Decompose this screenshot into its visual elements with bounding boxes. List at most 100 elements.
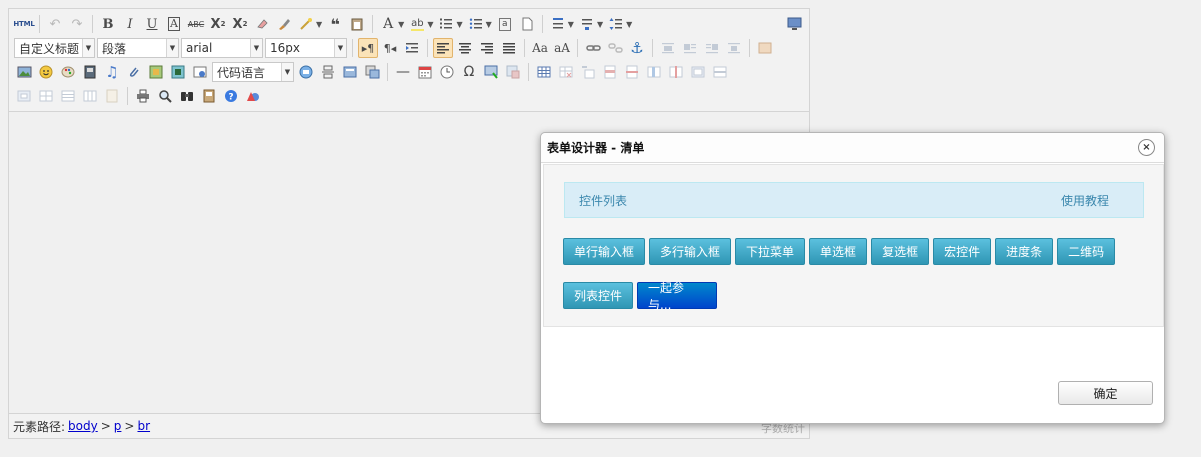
align-center-icon[interactable] <box>455 38 475 58</box>
merge-right-icon[interactable] <box>710 62 730 82</box>
format-brush-icon[interactable] <box>274 14 294 34</box>
image-left-icon[interactable] <box>680 38 700 58</box>
bold-icon[interactable]: B <box>98 14 118 34</box>
insert-video-icon[interactable] <box>80 62 100 82</box>
snap-screen-icon[interactable] <box>481 62 501 82</box>
font-border-icon[interactable]: A <box>164 14 184 34</box>
tutorial-link[interactable]: 使用教程 <box>1061 192 1109 209</box>
radio-control-button[interactable]: 单选框 <box>809 238 868 265</box>
font-size-select[interactable]: 16px ▼ <box>265 38 347 58</box>
close-icon[interactable]: × <box>1138 139 1155 156</box>
merge-cells-icon[interactable] <box>688 62 708 82</box>
scrawl-icon[interactable] <box>58 62 78 82</box>
insert-paragraph-before-table-icon[interactable] <box>578 62 598 82</box>
strikethrough-icon[interactable]: ABC <box>186 14 206 34</box>
web-app-icon[interactable] <box>296 62 316 82</box>
attachment-icon[interactable] <box>124 62 144 82</box>
unordered-list-icon[interactable] <box>466 14 486 34</box>
blockquote-icon[interactable]: ❝ <box>325 14 345 34</box>
progress-control-button[interactable]: 进度条 <box>995 238 1054 265</box>
dialog-title-bar[interactable]: 表单设计器 - 清单 <box>541 133 1164 163</box>
paste-plain-icon[interactable] <box>347 14 367 34</box>
help-icon[interactable]: ? <box>221 86 241 106</box>
music-icon[interactable]: ♫ <box>102 62 122 82</box>
chevron-down-icon[interactable]: ▼ <box>597 20 603 29</box>
page-break-icon[interactable] <box>318 62 338 82</box>
split-to-cols-icon[interactable] <box>80 86 100 106</box>
qrcode-control-button[interactable]: 二维码 <box>1057 238 1116 265</box>
gmap-icon[interactable] <box>168 62 188 82</box>
link-icon[interactable] <box>583 38 603 58</box>
anchor-icon[interactable]: ⚓ <box>627 38 647 58</box>
split-to-rows-icon[interactable] <box>58 86 78 106</box>
clear-doc-icon[interactable] <box>517 14 537 34</box>
insert-col-icon[interactable] <box>644 62 664 82</box>
align-right-icon[interactable] <box>477 38 497 58</box>
path-link-br[interactable]: br <box>137 419 150 433</box>
indent-icon[interactable] <box>402 38 422 58</box>
preview-icon[interactable] <box>155 86 175 106</box>
print-icon[interactable] <box>133 86 153 106</box>
chevron-down-icon[interactable]: ▼ <box>398 20 404 29</box>
unlink-icon[interactable] <box>605 38 625 58</box>
italic-icon[interactable]: I <box>120 14 140 34</box>
insert-frame-icon[interactable] <box>755 38 775 58</box>
rtl-direction-icon[interactable]: ¶◂ <box>380 38 400 58</box>
paragraph-select[interactable]: 段落 ▼ <box>97 38 179 58</box>
ordered-list-icon[interactable] <box>436 14 456 34</box>
emotion-icon[interactable] <box>36 62 56 82</box>
path-link-body[interactable]: body <box>68 419 98 433</box>
font-family-select[interactable]: arial ▼ <box>181 38 263 58</box>
delete-table-icon[interactable] <box>556 62 576 82</box>
line-height-icon[interactable] <box>606 14 626 34</box>
chevron-down-icon[interactable]: ▼ <box>316 20 322 29</box>
chevron-down-icon[interactable]: ▼ <box>486 20 492 29</box>
list-control-button[interactable]: 列表控件 <box>563 282 634 309</box>
draft-icon[interactable] <box>199 86 219 106</box>
eraser-icon[interactable] <box>252 14 272 34</box>
background-color-icon[interactable]: ab <box>407 14 427 34</box>
search-replace-icon[interactable] <box>177 86 197 106</box>
redo-icon[interactable]: ↷ <box>67 14 87 34</box>
word-image-icon[interactable]: a <box>495 14 515 34</box>
image-right-icon[interactable] <box>702 38 722 58</box>
macro-control-button[interactable]: 宏控件 <box>933 238 992 265</box>
auto-format-icon[interactable] <box>296 14 316 34</box>
uppercase-icon[interactable]: Aa <box>530 38 550 58</box>
map-icon[interactable] <box>146 62 166 82</box>
merge-down-icon[interactable] <box>14 86 34 106</box>
row-spacing-bottom-icon[interactable] <box>577 14 597 34</box>
heading-select[interactable]: 自定义标题 ▼ <box>14 38 95 58</box>
font-color-icon[interactable]: A <box>378 14 398 34</box>
checkbox-control-button[interactable]: 复选框 <box>871 238 930 265</box>
special-chars-icon[interactable]: Ω <box>459 62 479 82</box>
lowercase-icon[interactable]: aA <box>552 38 572 58</box>
insert-row-icon[interactable] <box>600 62 620 82</box>
delete-col-icon[interactable] <box>666 62 686 82</box>
select-control-button[interactable]: 下拉菜单 <box>735 238 806 265</box>
chevron-down-icon[interactable]: ▼ <box>568 20 574 29</box>
image-none-icon[interactable] <box>658 38 678 58</box>
align-justify-icon[interactable] <box>499 38 519 58</box>
path-link-p[interactable]: p <box>114 419 122 433</box>
chevron-down-icon[interactable]: ▼ <box>456 20 462 29</box>
text-input-control-button[interactable]: 单行输入框 <box>563 238 646 265</box>
insert-frame-icon-2[interactable] <box>190 62 210 82</box>
word-image-icon-2[interactable] <box>503 62 523 82</box>
background-icon[interactable] <box>362 62 382 82</box>
fullscreen-icon[interactable] <box>784 14 804 34</box>
align-left-icon[interactable] <box>433 38 453 58</box>
row-spacing-top-icon[interactable] <box>548 14 568 34</box>
chevron-down-icon[interactable]: ▼ <box>626 20 632 29</box>
chevron-down-icon[interactable]: ▼ <box>427 20 433 29</box>
delete-row-icon[interactable] <box>622 62 642 82</box>
underline-icon[interactable]: U <box>142 14 162 34</box>
code-language-select[interactable]: 代码语言 ▼ <box>212 62 294 82</box>
insert-table-icon[interactable] <box>534 62 554 82</box>
time-icon[interactable] <box>437 62 457 82</box>
split-to-cells-icon[interactable] <box>36 86 56 106</box>
shapes-icon[interactable] <box>243 86 263 106</box>
chart-icon[interactable] <box>102 86 122 106</box>
ok-button[interactable]: 确定 <box>1058 381 1153 405</box>
join-in-button[interactable]: 一起参与... <box>637 281 718 312</box>
